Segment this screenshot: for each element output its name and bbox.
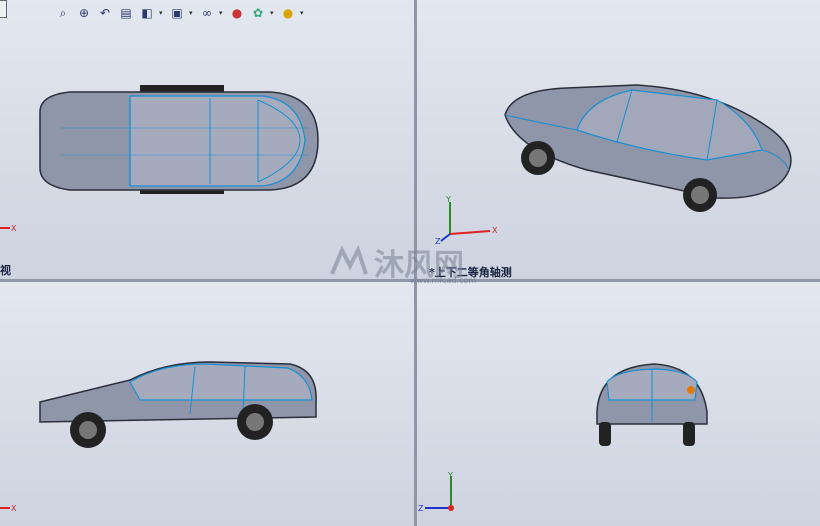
car-top-view [39,85,319,194]
display-style-icon[interactable]: ▣ [168,4,186,22]
watermark-logo-icon [330,244,368,275]
svg-text:X: X [11,504,17,513]
chevron-down-icon[interactable]: ▾ [270,9,276,17]
chevron-down-icon[interactable]: ▾ [159,9,165,17]
heads-up-toolbar: ⌕ ⊕ ↶ ▤ ◧ ▾ ▣ ▾ ∞ ▾ ● ✿ ▾ ● ▾ [54,3,306,23]
car-rear-view [596,363,708,446]
chevron-down-icon[interactable]: ▾ [300,9,306,17]
car-side-view [39,361,317,448]
svg-text:Y: Y [447,472,453,480]
axis-triad-top: X [0,224,17,233]
edit-appearance-icon[interactable]: ● [228,4,246,22]
viewport-top[interactable]: X 视 [0,0,414,279]
previous-view-icon[interactable]: ↶ [96,4,114,22]
hide-show-icon[interactable]: ∞ [198,4,216,22]
view-settings-icon[interactable]: ● [279,4,297,22]
chevron-down-icon[interactable]: ▾ [219,9,225,17]
zoom-area-icon[interactable]: ⊕ [75,4,93,22]
wheel-left [599,422,611,446]
svg-text:Y: Y [445,196,451,204]
wheel-right [683,422,695,446]
axis-triad-rear: Y Z [418,472,454,513]
viewport-isometric[interactable]: Y X Z *上下二等角轴测 [417,0,820,279]
svg-text:X: X [492,226,498,235]
svg-text:Z: Z [418,504,424,513]
view-label-top: 视 [0,264,11,277]
section-view-icon[interactable]: ▤ [117,4,135,22]
axis-triad-side: X [0,504,17,513]
viewport-rear[interactable]: Y Z [417,282,820,526]
rear-light [687,386,695,394]
car-cabin [129,95,306,187]
zoom-to-fit-icon[interactable]: ⌕ [54,4,72,22]
apply-scene-icon[interactable]: ✿ [249,4,267,22]
watermark-url: www.mfcad.com [410,276,477,285]
svg-text:X: X [11,224,17,233]
view-orientation-icon[interactable]: ◧ [138,4,156,22]
chevron-down-icon[interactable]: ▾ [189,9,195,17]
axis-triad-iso: Y X Z [435,196,498,246]
viewport-side[interactable]: X [0,282,414,526]
